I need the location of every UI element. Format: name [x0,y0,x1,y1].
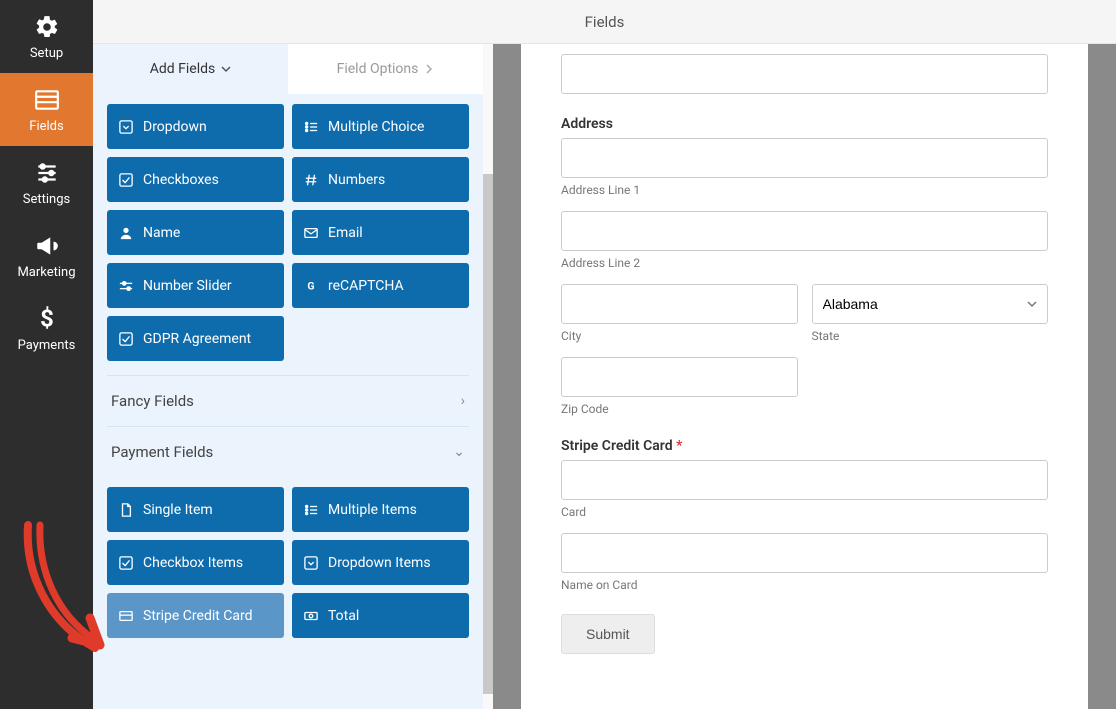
chevron-down-icon [221,64,231,74]
hashtag-icon [304,173,318,187]
state-select[interactable]: Alabama [812,284,1049,324]
zip-input[interactable] [561,357,798,397]
field-name[interactable]: Name [107,210,284,255]
address-line1-input[interactable] [561,138,1048,178]
form-preview: Address Address Line 1 Address Line 2 Ci… [493,44,1116,709]
field-total[interactable]: Total [292,593,469,638]
payment-fields-grid: Single Item Multiple Items Checkbox Item… [107,487,469,638]
tab-field-options[interactable]: Field Options [288,44,483,94]
field-multiple-items[interactable]: Multiple Items [292,487,469,532]
google-icon: G [304,279,318,293]
file-icon [119,503,133,517]
field-dropdown-items[interactable]: Dropdown Items [292,540,469,585]
field-gdpr[interactable]: GDPR Agreement [107,316,284,361]
field-numbers[interactable]: Numbers [292,157,469,202]
nav-setup[interactable]: Setup [0,0,93,73]
envelope-icon [304,226,318,240]
user-icon [119,226,133,240]
chevron-right-icon [424,64,434,74]
credit-card-icon [119,609,133,623]
tab-add-fields[interactable]: Add Fields [93,44,288,94]
field-email[interactable]: Email [292,210,469,255]
caret-square-icon [119,120,133,134]
name-on-card-sublabel: Name on Card [561,578,1048,592]
address-line2-input[interactable] [561,211,1048,251]
form-icon [34,87,60,113]
field-single-item[interactable]: Single Item [107,487,284,532]
field-dropdown[interactable]: Dropdown [107,104,284,149]
city-sublabel: City [561,329,798,343]
field-recaptcha[interactable]: G reCAPTCHA [292,263,469,308]
sliders-icon [34,160,60,186]
card-sublabel: Card [561,505,1048,519]
text-input[interactable] [561,54,1048,94]
sliders-h-icon [119,279,133,293]
scrollbar-thumb[interactable] [483,174,493,694]
address-label: Address [561,116,1048,132]
section-fancy-fields[interactable]: Fancy Fields › [107,375,469,426]
field-checkbox-items[interactable]: Checkbox Items [107,540,284,585]
scrollbar[interactable] [483,44,493,709]
page-title: Fields [585,13,625,31]
money-icon [304,609,318,623]
chevron-right-icon: › [461,393,465,409]
check-square-icon [119,332,133,346]
list-ul-icon [304,120,318,134]
svg-text:G: G [307,279,314,292]
field-checkboxes[interactable]: Checkboxes [107,157,284,202]
nav-fields[interactable]: Fields [0,73,93,146]
field-multiple-choice[interactable]: Multiple Choice [292,104,469,149]
card-input[interactable] [561,460,1048,500]
zip-sublabel: Zip Code [561,402,798,416]
bullhorn-icon [34,233,60,259]
main-nav: Setup Fields Settings Marketing $ Paymen… [0,0,93,709]
nav-payments[interactable]: $ Payments [0,292,93,365]
page-header: Fields [93,0,1116,44]
standard-fields-grid: Dropdown Multiple Choice Checkboxes [107,104,469,361]
field-number-slider[interactable]: Number Slider [107,263,284,308]
chevron-down-icon: ⌄ [453,444,465,460]
section-payment-fields[interactable]: Payment Fields ⌄ [107,426,469,477]
gear-icon [34,14,60,40]
list-ul-icon [304,503,318,517]
field-stripe-credit-card[interactable]: Stripe Credit Card [107,593,284,638]
state-sublabel: State [812,329,1049,343]
svg-text:$: $ [40,306,54,332]
address-line1-sublabel: Address Line 1 [561,183,1048,197]
name-on-card-input[interactable] [561,533,1048,573]
city-input[interactable] [561,284,798,324]
stripe-label: Stripe Credit Card * [561,438,1048,454]
submit-button[interactable]: Submit [561,614,655,654]
check-square-icon [119,173,133,187]
address-line2-sublabel: Address Line 2 [561,256,1048,270]
dollar-icon: $ [34,306,60,332]
fields-panel: Add Fields Field Options Dropdown [93,44,493,709]
nav-settings[interactable]: Settings [0,146,93,219]
check-square-icon [119,556,133,570]
nav-marketing[interactable]: Marketing [0,219,93,292]
caret-square-icon [304,556,318,570]
